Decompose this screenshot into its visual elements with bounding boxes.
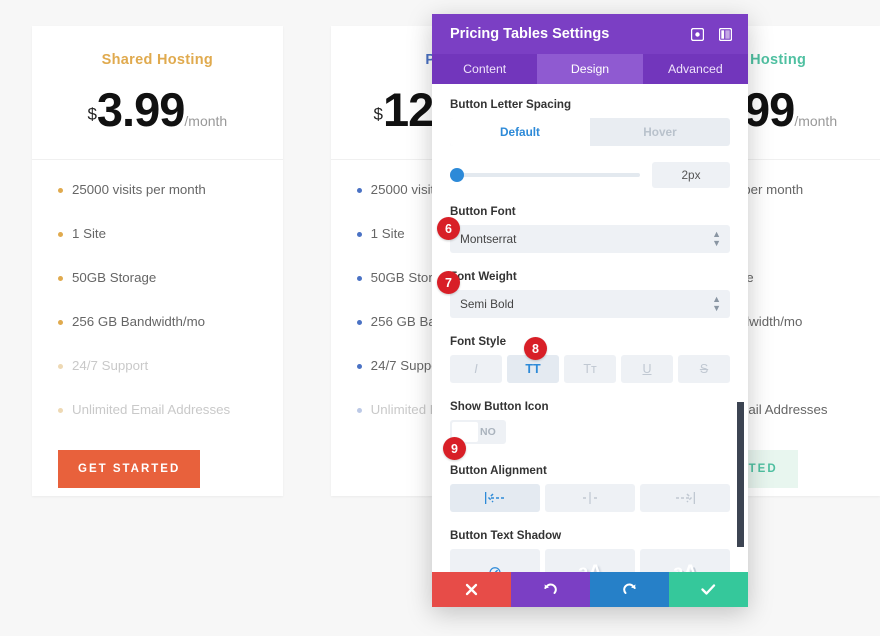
state-hover-tab[interactable]: Hover: [590, 118, 730, 146]
fullscreen-icon[interactable]: [686, 23, 708, 45]
cancel-button[interactable]: [432, 572, 511, 607]
list-item: Unlimited Email Addresses: [58, 402, 283, 417]
tab-content[interactable]: Content: [432, 54, 537, 84]
list-item: 1 Site: [58, 226, 283, 241]
price-period: /month: [794, 113, 838, 129]
button-text-shadow-label: Button Text Shadow: [450, 529, 562, 542]
button-font-value: Montserrat: [460, 232, 517, 246]
list-item: 25000 visits per month: [58, 182, 283, 197]
feature-list: 25000 visits per month 1 Site 50GB Stora…: [32, 160, 283, 417]
letter-spacing-slider-row: [450, 162, 730, 188]
strikethrough-glyph: S: [699, 362, 709, 376]
show-button-icon-label: Show Button Icon: [450, 400, 549, 413]
shadow-preset-1-glyph: aA: [578, 562, 602, 572]
modal-footer: [432, 572, 748, 607]
price-amount: 3.99: [96, 83, 185, 136]
capitalize-icon[interactable]: Tт: [564, 355, 616, 383]
price-currency: $: [373, 104, 384, 124]
capitalize-glyph: Tт: [583, 362, 597, 376]
button-alignment-label: Button Alignment: [450, 464, 547, 477]
state-default-tab[interactable]: Default: [450, 118, 590, 146]
button-font-select[interactable]: Montserrat ▲ ▼: [450, 225, 730, 253]
font-weight-select[interactable]: Semi Bold ▲ ▼: [450, 290, 730, 318]
tab-design[interactable]: Design: [537, 54, 643, 84]
font-weight-label: Font Weight: [450, 270, 517, 283]
page-root: Shared Hosting $3.99/month 25000 visits …: [0, 0, 880, 636]
underline-glyph: U: [642, 362, 652, 376]
price-period: /month: [184, 113, 228, 129]
strikethrough-icon[interactable]: S: [678, 355, 730, 383]
list-item: 24/7 Support: [58, 358, 283, 373]
cta-wrapper: GET STARTED: [32, 446, 283, 488]
letter-spacing-state-tabs: Default Hover: [450, 118, 730, 146]
modal-body: Button Letter Spacing Default Hover Butt…: [432, 84, 748, 572]
annotation-badge-9: 9: [443, 437, 466, 460]
shadow-none-icon[interactable]: ⊘: [450, 549, 540, 572]
align-right-icon[interactable]: [640, 484, 730, 512]
toggle-value: NO: [480, 426, 496, 438]
italic-icon[interactable]: I: [450, 355, 502, 383]
annotation-badge-8: 8: [524, 337, 547, 360]
button-font-label: Button Font: [450, 205, 516, 218]
button-alignment-options: [450, 484, 730, 512]
slider-handle[interactable]: [450, 168, 464, 182]
font-style-label: Font Style: [450, 335, 507, 348]
pricing-column-header: Shared Hosting $3.99/month: [32, 26, 283, 160]
uppercase-glyph: TT: [525, 362, 541, 376]
chevron-updown-icon: ▲ ▼: [712, 229, 721, 248]
list-item: 256 GB Bandwidth/mo: [58, 314, 283, 329]
save-button[interactable]: [669, 572, 748, 607]
underline-icon[interactable]: U: [621, 355, 673, 383]
pricing-tables-settings-modal: Pricing Tables Settings Content Design A…: [432, 14, 748, 607]
list-item: 50GB Storage: [58, 270, 283, 285]
tab-advanced[interactable]: Advanced: [643, 54, 748, 84]
shadow-preset-1-icon[interactable]: aA: [545, 549, 635, 572]
shadow-preset-2-glyph: aA: [673, 562, 697, 572]
modal-header: Pricing Tables Settings: [432, 14, 748, 54]
font-weight-value: Semi Bold: [460, 297, 514, 311]
chevron-updown-icon: ▲ ▼: [712, 294, 721, 313]
align-center-icon[interactable]: [545, 484, 635, 512]
italic-glyph: I: [474, 362, 478, 376]
modal-scrollbar[interactable]: [737, 402, 744, 547]
layout-panel-icon[interactable]: [714, 23, 736, 45]
pricing-column-shared-hosting: Shared Hosting $3.99/month 25000 visits …: [32, 26, 283, 496]
annotation-badge-6: 6: [437, 217, 460, 240]
shadow-none-glyph: ⊘: [488, 563, 502, 572]
letter-spacing-value-input[interactable]: [652, 162, 730, 188]
font-style-options: I TT Tт U S: [450, 355, 730, 383]
price-block: $3.99/month: [32, 82, 283, 137]
modal-tabs: Content Design Advanced: [432, 54, 748, 84]
redo-button[interactable]: [590, 572, 669, 607]
button-text-shadow-options: ⊘ aA aA aA aA aA: [450, 549, 730, 572]
letter-spacing-slider[interactable]: [450, 168, 640, 182]
modal-title: Pricing Tables Settings: [450, 26, 610, 42]
undo-button[interactable]: [511, 572, 590, 607]
annotation-badge-7: 7: [437, 271, 460, 294]
price-currency: $: [87, 104, 97, 124]
shadow-preset-2-icon[interactable]: aA: [640, 549, 730, 572]
button-letter-spacing-label: Button Letter Spacing: [450, 98, 572, 111]
plan-title: Shared Hosting: [101, 52, 214, 68]
align-left-icon[interactable]: [450, 484, 540, 512]
get-started-button[interactable]: GET STARTED: [58, 450, 201, 488]
